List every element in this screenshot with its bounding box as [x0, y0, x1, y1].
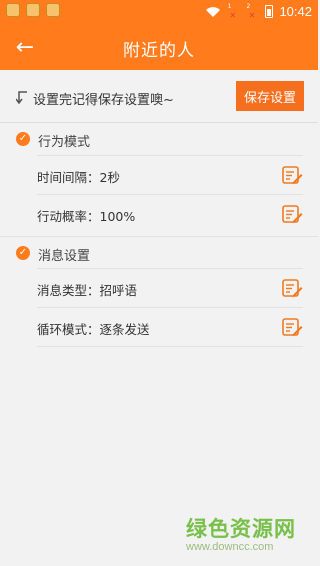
sim2-signal-icon: 2 ✕ — [246, 2, 259, 20]
setting-row-probability[interactable]: 行动概率：100% — [37, 194, 303, 233]
edit-icon[interactable] — [282, 278, 303, 298]
sim2-label: 2 — [246, 2, 251, 10]
edit-icon[interactable] — [282, 204, 303, 224]
app-header: ← 附近的人 — [0, 24, 318, 70]
app-notification-icon — [6, 3, 20, 17]
section-message-settings: ✓ 消息设置 — [0, 236, 318, 269]
no-signal-mark: ✕ — [229, 10, 237, 20]
notification-icons — [6, 3, 60, 17]
edit-icon[interactable] — [282, 317, 303, 337]
sim1-signal-icon: 1 ✕ — [227, 2, 240, 20]
check-circle-icon: ✓ — [16, 246, 30, 260]
section-title: 消息设置 — [38, 249, 91, 264]
section-behavior-mode: ✓ 行为模式 — [0, 123, 318, 155]
clock: 10:42 — [279, 4, 312, 19]
check-circle-icon: ✓ — [16, 132, 30, 146]
no-signal-mark: ✕ — [248, 10, 256, 20]
setting-row-message-type[interactable]: 消息类型：招呼语 — [37, 268, 303, 307]
sim1-label: 1 — [227, 2, 232, 10]
save-reminder-bar: 设置完记得保存设置噢~ 保存设置 — [0, 70, 318, 123]
setting-label: 行动概率：100% — [37, 209, 136, 224]
setting-label: 循环模式：逐条发送 — [37, 322, 150, 337]
setting-label: 消息类型：招呼语 — [37, 283, 138, 298]
section-title: 行为模式 — [38, 135, 91, 150]
battery-icon — [265, 5, 274, 18]
turn-arrow-icon — [16, 91, 27, 104]
watermark-logo: 绿色资源网 — [186, 517, 296, 541]
location-notification-icon — [46, 3, 60, 17]
edit-icon[interactable] — [282, 165, 303, 185]
setting-label: 时间间隔：2秒 — [37, 170, 120, 185]
setting-row-interval[interactable]: 时间间隔：2秒 — [37, 155, 303, 194]
status-bar: 1 ✕ 2 ✕ 10:42 — [0, 0, 318, 24]
save-settings-button[interactable]: 保存设置 — [236, 81, 304, 111]
setting-row-loop-mode[interactable]: 循环模式：逐条发送 — [37, 307, 303, 347]
app-notification-icon — [26, 3, 40, 17]
page-title: 附近的人 — [123, 41, 195, 61]
watermark-url: www.downcc.com — [186, 541, 274, 553]
save-reminder-text: 设置完记得保存设置噢~ — [33, 93, 174, 108]
wifi-icon — [206, 6, 221, 17]
